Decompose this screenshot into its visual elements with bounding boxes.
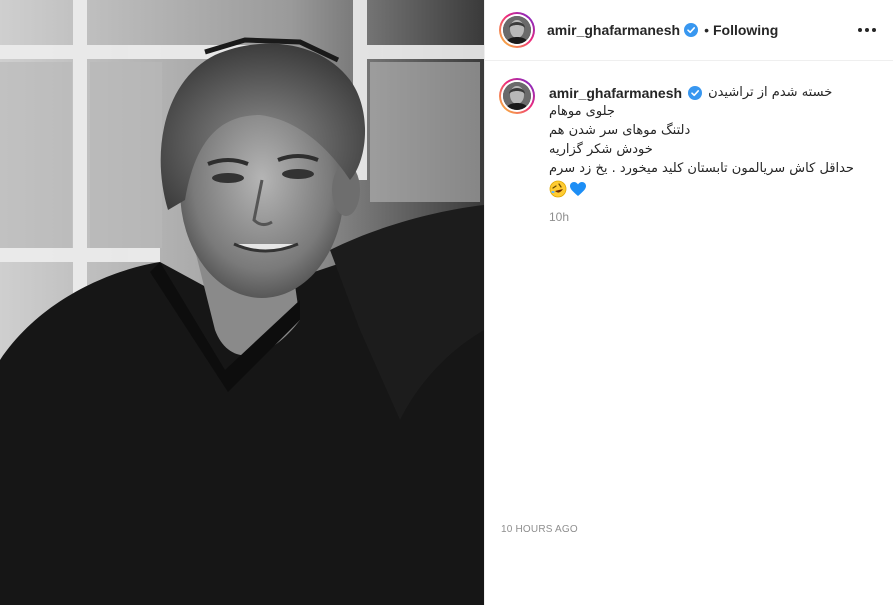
caption-body: amir_ghafarmanesh خسته شدم از تراشیدن جل… xyxy=(549,78,879,225)
caption-verified-badge-icon xyxy=(688,85,703,100)
caption-line-2: جلوی موهام xyxy=(549,104,615,119)
rolling-on-floor-laughing-icon xyxy=(549,180,567,198)
post-photo[interactable] xyxy=(0,0,484,605)
post-timestamp[interactable]: 10 HOURS AGO xyxy=(501,524,578,535)
separator-dot: • xyxy=(704,22,709,38)
caption: amir_ghafarmanesh خسته شدم از تراشیدن جل… xyxy=(499,78,879,224)
post-header: amir_ghafarmanesh • Following xyxy=(485,0,893,61)
caption-line-5: حداقل کاش سریالمون تابستان کلید میخورد .… xyxy=(549,161,854,176)
caption-avatar[interactable] xyxy=(499,78,535,114)
caption-line-1: خسته شدم از تراشیدن xyxy=(708,85,833,100)
verified-badge-icon xyxy=(684,23,699,37)
caption-emojis xyxy=(549,180,879,198)
caption-line-4: خودش شکر گزاریه xyxy=(549,142,653,157)
blue-heart-icon xyxy=(570,182,586,196)
avatar[interactable] xyxy=(499,12,535,48)
post-details-panel: amir_ghafarmanesh • Following amir_ghafa… xyxy=(484,0,893,605)
caption-avatar-image xyxy=(503,82,531,110)
portrait-image xyxy=(0,0,484,605)
caption-username[interactable]: amir_ghafarmanesh xyxy=(549,85,682,101)
caption-line-3: دلتنگ موهای سر شدن هم xyxy=(549,123,691,138)
caption-relative-time: 10h xyxy=(549,210,570,224)
avatar-image xyxy=(503,16,531,44)
following-button[interactable]: Following xyxy=(713,22,778,38)
header-username[interactable]: amir_ghafarmanesh xyxy=(547,22,680,38)
more-options-icon[interactable] xyxy=(858,20,876,40)
